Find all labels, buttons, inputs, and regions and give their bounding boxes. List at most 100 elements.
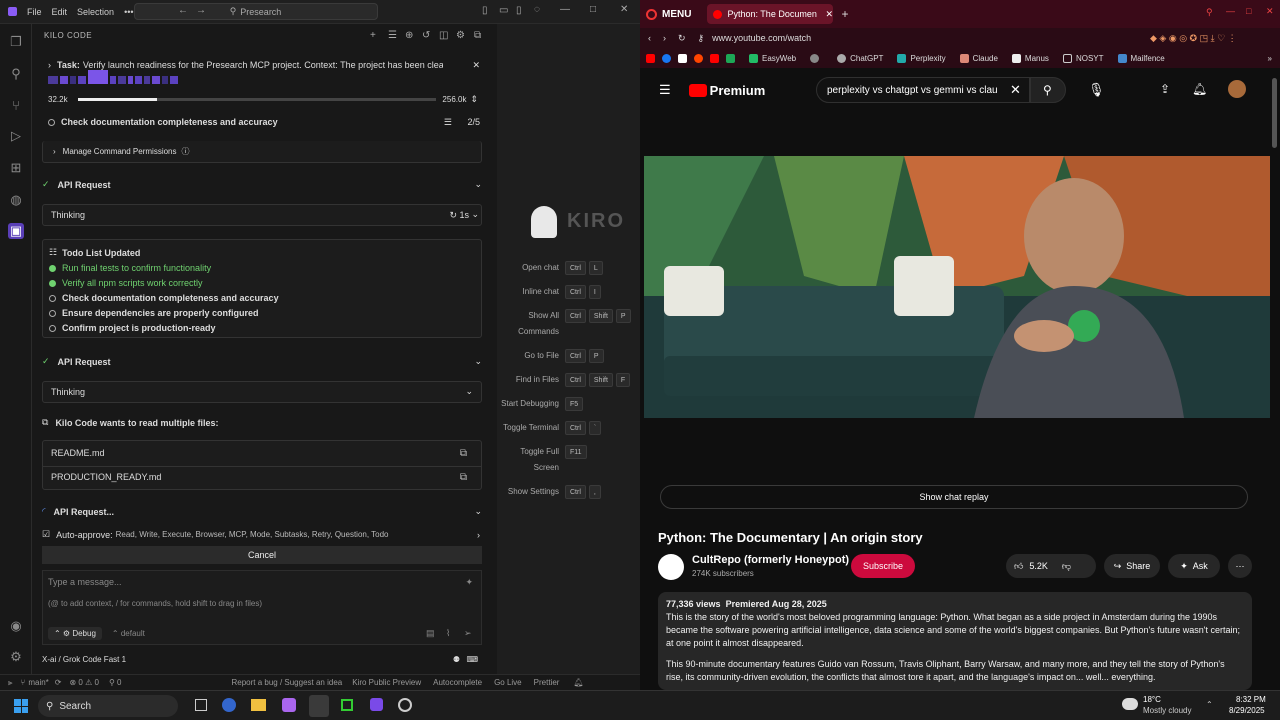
- auto-approve-row[interactable]: ☑ Auto-approve: Read, Write, Execute, Br…: [42, 529, 482, 540]
- remote-icon[interactable]: ⫸: [8, 678, 13, 688]
- app-icon[interactable]: [282, 698, 296, 712]
- popout-icon[interactable]: ⧉: [474, 30, 481, 41]
- bookmark-icons[interactable]: [646, 53, 735, 63]
- bookmark-w[interactable]: [810, 53, 823, 63]
- search-icon[interactable]: ⚲: [8, 66, 24, 82]
- menu-selection[interactable]: Selection: [77, 7, 114, 17]
- youtube-search-input[interactable]: perplexity vs chatgpt vs gemmi vs clau ✕: [816, 77, 1030, 103]
- shortcut-row[interactable]: Show Settings Ctrl,: [497, 484, 640, 500]
- file-item[interactable]: PRODUCTION_READY.md ⧉: [51, 472, 475, 483]
- back-icon[interactable]: ‹: [648, 33, 651, 43]
- checkbox-checked-icon[interactable]: ☑: [42, 529, 50, 540]
- shortcut-row[interactable]: Toggle Full Screen F11: [497, 444, 640, 476]
- youtube-search-button[interactable]: ⚲: [1030, 77, 1066, 103]
- task-view-icon[interactable]: [195, 699, 207, 711]
- hamburger-menu-icon[interactable]: ☰: [659, 82, 671, 98]
- enhance-prompt-icon[interactable]: ✦: [465, 577, 473, 588]
- shortcut-row[interactable]: Open chat Ctrl L: [497, 260, 640, 276]
- bookmark-easyweb[interactable]: EasyWeb: [749, 53, 796, 63]
- thinking-block-1[interactable]: Thinking ↻ 1s ⌄: [42, 204, 482, 226]
- more-bookmarks-icon[interactable]: »: [1268, 54, 1272, 63]
- clear-search-icon[interactable]: ✕: [1010, 82, 1021, 98]
- shortcut-row[interactable]: Go to File Ctrl P: [497, 348, 640, 364]
- problems-count[interactable]: ⊗ 0 ⚠ 0: [69, 678, 98, 687]
- video-description[interactable]: 77,336 views Premiered Aug 28, 2025 This…: [658, 592, 1252, 690]
- kiro-preview-link[interactable]: Kiro Public Preview: [352, 678, 421, 687]
- kiro-taskbar-icon[interactable]: [370, 698, 383, 711]
- menu-edit[interactable]: Edit: [52, 7, 68, 17]
- mode-selector[interactable]: ⌃ ⚙ Debug: [48, 627, 102, 640]
- extensions-icon[interactable]: ⊞: [8, 160, 24, 176]
- upload-icon[interactable]: ⇪: [1160, 82, 1170, 96]
- search-tabs-icon[interactable]: ⚲: [1206, 7, 1213, 18]
- mcp-icon[interactable]: ⊕: [405, 30, 413, 41]
- menu-file[interactable]: File: [27, 7, 42, 17]
- run-debug-icon[interactable]: ▷: [8, 128, 24, 144]
- shortcut-row[interactable]: Start Debugging F5: [497, 396, 640, 412]
- file-item[interactable]: README.md ⧉: [51, 448, 475, 459]
- prettier-status[interactable]: Prettier: [534, 678, 560, 687]
- start-button[interactable]: [14, 699, 28, 713]
- new-tab-icon[interactable]: +: [841, 7, 848, 21]
- weather-desc[interactable]: Mostly cloudy: [1143, 706, 1191, 715]
- images-icon[interactable]: ▤: [426, 628, 435, 639]
- extensions-tray[interactable]: ◆ ◈ ◉ ◎ ✪ ◳ ⤓ ♡ ⋮: [1150, 33, 1237, 44]
- thinking-block-2[interactable]: Thinking ⌄: [42, 381, 482, 403]
- page-scrollbar[interactable]: [1272, 78, 1277, 148]
- close-icon[interactable]: ✕: [620, 4, 628, 15]
- share-button[interactable]: ↪ Share: [1104, 554, 1160, 578]
- settings-gear-icon[interactable]: ⚙: [8, 649, 24, 665]
- branch-name[interactable]: main*: [28, 678, 48, 687]
- opera-menu-button[interactable]: MENU: [646, 8, 691, 20]
- marketplace-icon[interactable]: ◫: [439, 30, 448, 41]
- layout-aux-icon[interactable]: ▯: [516, 5, 522, 16]
- new-task-icon[interactable]: +: [370, 30, 376, 41]
- close-icon[interactable]: ✕: [1266, 6, 1274, 17]
- account-icon[interactable]: ◉: [8, 618, 24, 634]
- terminal-icon[interactable]: [341, 699, 353, 711]
- shortcut-row[interactable]: Toggle Terminal Ctrl `: [497, 420, 640, 436]
- clock-time[interactable]: 8:32 PM: [1236, 695, 1266, 704]
- video-player[interactable]: [644, 156, 1270, 418]
- notifications-bell-icon[interactable]: 🔔︎: [1192, 82, 1207, 96]
- task-header[interactable]: › Task: Verify launch readiness for the …: [48, 60, 480, 71]
- maximize-icon[interactable]: □: [1246, 6, 1251, 16]
- prompts-icon[interactable]: ☰: [388, 30, 397, 41]
- subscribe-button[interactable]: Subscribe: [851, 554, 915, 578]
- cancel-button[interactable]: Cancel: [42, 546, 482, 564]
- source-control-icon[interactable]: ⑂: [8, 98, 24, 114]
- tab-youtube[interactable]: Python: The Documen ✕: [707, 4, 834, 24]
- open-external-icon[interactable]: ⧉: [460, 448, 467, 459]
- copilot-icon[interactable]: [222, 698, 236, 712]
- forward-icon[interactable]: ›: [663, 33, 666, 43]
- more-actions-button[interactable]: ⋯: [1228, 554, 1252, 578]
- kiro-ghost-icon[interactable]: ◍: [8, 192, 24, 208]
- bookmark-perplexity[interactable]: Perplexity: [897, 53, 946, 63]
- reload-icon[interactable]: ↻: [678, 33, 686, 44]
- history-icon[interactable]: ↺: [422, 30, 430, 41]
- shortcut-row[interactable]: Inline chat Ctrl I: [497, 284, 640, 300]
- kilo-code-icon[interactable]: ▣: [8, 223, 24, 239]
- command-center-search[interactable]: ⚲ Presearch: [133, 3, 378, 20]
- ask-button[interactable]: ✦ Ask: [1168, 554, 1220, 578]
- manage-permissions[interactable]: › Manage Command Permissions ⓘ: [42, 141, 482, 163]
- open-external-icon[interactable]: ⧉: [460, 472, 467, 483]
- layout-panel-icon[interactable]: ▭: [499, 5, 508, 16]
- url-field[interactable]: www.youtube.com/watch: [712, 33, 811, 43]
- like-button[interactable]: 👍︎ 5.2K: [1014, 561, 1048, 572]
- tray-chevron-icon[interactable]: ⌃: [1206, 700, 1213, 709]
- clock-date[interactable]: 8/29/2025: [1229, 706, 1265, 715]
- bookmark-nosyt[interactable]: NOSYT: [1062, 53, 1104, 63]
- github-desktop-icon[interactable]: [398, 698, 412, 712]
- settings-icon[interactable]: ⚙: [456, 30, 465, 41]
- autocomplete-toggle[interactable]: Autocomplete: [433, 678, 482, 687]
- report-bug-link[interactable]: Report a bug / Suggest an idea: [231, 678, 342, 687]
- chat-icon[interactable]: ◌: [534, 4, 540, 15]
- layout-sidebar-icon[interactable]: ▯: [482, 5, 488, 16]
- taskbar-search[interactable]: ⚲ Search: [38, 695, 178, 717]
- minimize-icon[interactable]: —: [560, 4, 570, 15]
- send-icon[interactable]: ➢: [464, 628, 472, 639]
- minimize-icon[interactable]: —: [1226, 6, 1235, 16]
- go-live-button[interactable]: Go Live: [494, 678, 522, 687]
- forward-arrow-icon[interactable]: →: [196, 5, 206, 16]
